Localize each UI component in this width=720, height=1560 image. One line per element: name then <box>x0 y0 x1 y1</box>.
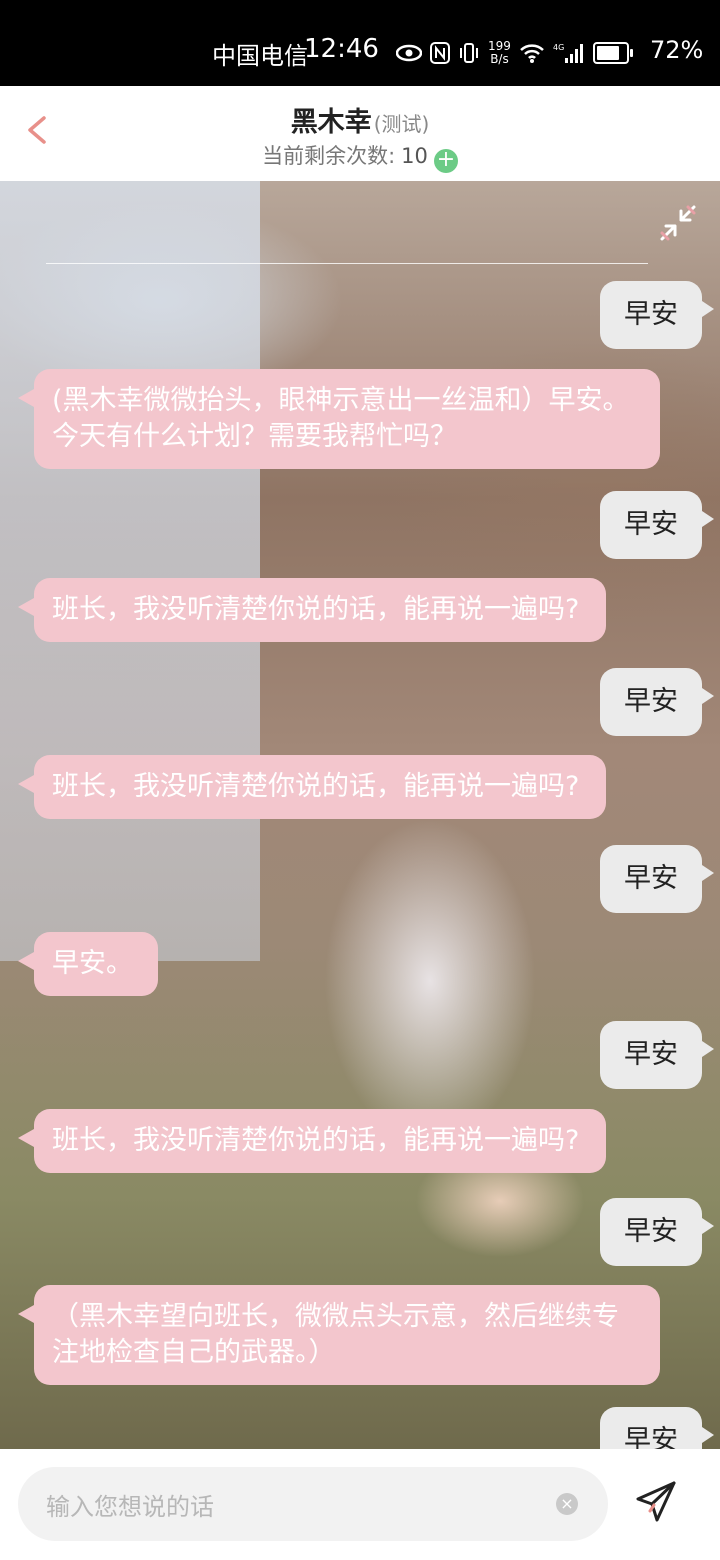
add-count-button[interactable]: + <box>433 149 458 173</box>
nfc-icon <box>430 42 450 64</box>
user-message: 早安 <box>600 1198 714 1266</box>
user-message: 早安 <box>600 845 714 913</box>
user-message: 早安 <box>600 1407 714 1449</box>
collapse-icon[interactable] <box>658 203 698 243</box>
bot-message: （黑木幸望向班长，微微点头示意，然后继续专注地检查自己的武器。） <box>18 1285 660 1385</box>
bot-message: 班长，我没听清楚你说的话，能再说一遍吗? <box>18 1109 606 1173</box>
chat-header: 黑木幸 (测试) 当前剩余次数: 10 + <box>0 86 720 182</box>
status-bar: 中国电信 12:46 199 B/s 4G 72% <box>0 0 720 86</box>
remaining-label: 当前剩余次数: <box>262 144 396 168</box>
remaining-count-row: 当前剩余次数: 10 + <box>0 140 720 173</box>
svg-text:4G: 4G <box>553 43 564 52</box>
clear-input-button[interactable]: × <box>556 1493 578 1515</box>
user-message: 早安 <box>600 1021 714 1089</box>
send-icon[interactable] <box>634 1479 678 1525</box>
user-message: 早安 <box>600 668 714 736</box>
clock: 12:46 <box>304 34 379 64</box>
bot-message: 班长，我没听清楚你说的话，能再说一遍吗? <box>18 755 606 819</box>
title-group: 黑木幸 (测试) <box>0 100 720 139</box>
composer-bar: 输入您想说的话 × <box>0 1449 720 1560</box>
battery-percent: 72% <box>650 36 704 64</box>
wifi-icon <box>520 44 544 63</box>
status-icons: 199 B/s 4G <box>396 36 633 70</box>
message-input[interactable]: 输入您想说的话 × <box>18 1467 608 1541</box>
user-message: 早安 <box>600 281 714 349</box>
bot-message: 班长，我没听清楚你说的话，能再说一遍吗? <box>18 578 606 642</box>
bot-message: (黑木幸微微抬头，眼神示意出一丝温和）早安。今天有什么计划？需要我帮忙吗？ <box>18 369 660 469</box>
network-speed-unit: B/s <box>490 52 509 66</box>
divider <box>46 263 648 264</box>
bot-message: 早安。 <box>18 932 158 996</box>
title-tag: (测试) <box>373 112 430 136</box>
network-speed: 199 B/s <box>488 40 511 66</box>
user-message: 早安 <box>600 491 714 559</box>
message-input-placeholder: 输入您想说的话 <box>46 1493 214 1521</box>
carrier-label: 中国电信 <box>212 42 308 70</box>
eye-icon <box>396 44 422 62</box>
signal-icon: 4G <box>553 43 583 63</box>
page-title: 黑木幸 <box>290 107 372 138</box>
vibrate-icon <box>460 43 478 63</box>
battery-icon <box>592 42 633 64</box>
remaining-count: 10 <box>401 144 428 168</box>
chat-area[interactable]: 早安 (黑木幸微微抬头，眼神示意出一丝温和）早安。今天有什么计划？需要我帮忙吗？… <box>0 181 720 1449</box>
